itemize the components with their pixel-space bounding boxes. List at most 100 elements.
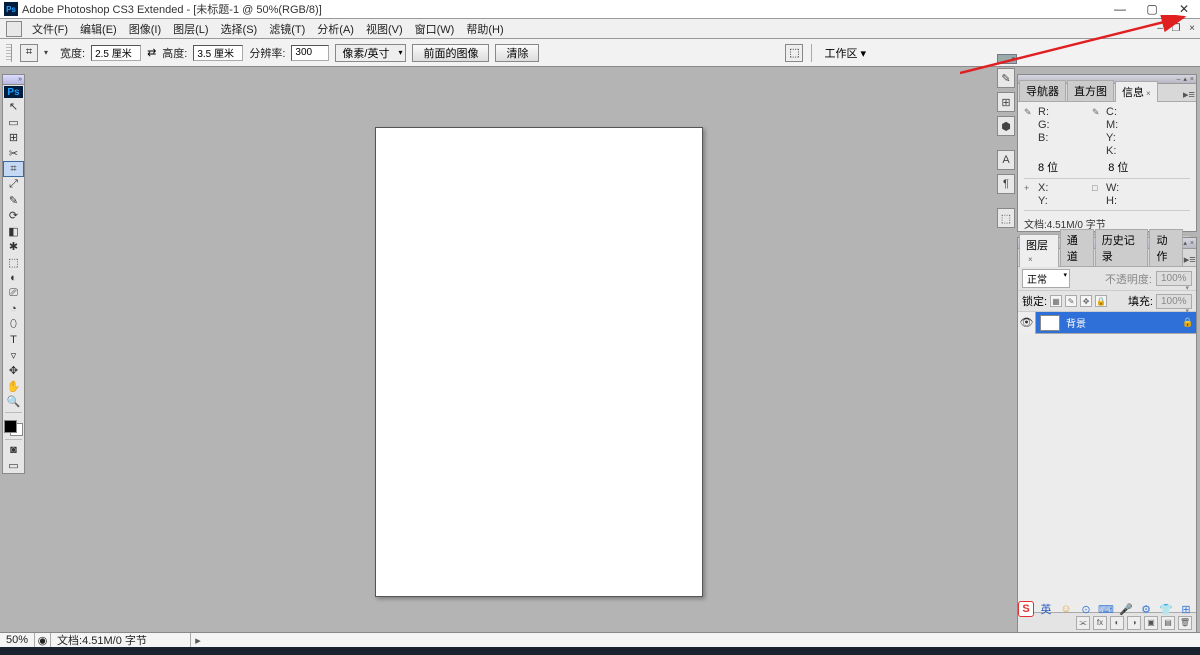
crop-tool-icon[interactable]: ⌗ — [20, 44, 38, 62]
zoom-field[interactable]: 50% — [0, 633, 35, 647]
fx-button[interactable]: fx — [1093, 616, 1107, 630]
width-input[interactable]: 2.5 厘米 — [91, 45, 141, 61]
brush-tool[interactable]: ⟳ — [3, 208, 24, 224]
tab-navigator[interactable]: 导航器 — [1019, 80, 1066, 101]
windows-taskbar[interactable] — [0, 647, 1200, 655]
screenmode-toggle[interactable]: ▭ — [3, 458, 24, 474]
height-input[interactable]: 3.5 厘米 — [193, 45, 243, 61]
ribbon-btn-3[interactable]: ⬢ — [997, 116, 1015, 136]
ime-icon-2[interactable]: ⊙ — [1078, 601, 1094, 617]
menu-layer[interactable]: 图层(L) — [167, 19, 214, 39]
ribbon-header[interactable]: « — [997, 54, 1017, 64]
tab-info[interactable]: 信息× — [1115, 81, 1158, 102]
blend-mode-select[interactable]: 正常 — [1022, 269, 1070, 288]
ime-icon-3[interactable]: ⌨ — [1098, 601, 1114, 617]
maximize-button[interactable]: ▢ — [1136, 0, 1168, 18]
zoom-tool[interactable]: 🔍 — [3, 394, 24, 410]
ps-menu-icon[interactable] — [6, 21, 22, 37]
layer-row[interactable]: 👁 背景 🔒 — [1018, 312, 1196, 334]
tab-actions[interactable]: 动作 — [1149, 229, 1183, 266]
menu-file[interactable]: 文件(F) — [26, 19, 74, 39]
status-menu-arrow[interactable]: ▸ — [191, 634, 205, 647]
close-button[interactable]: ✕ — [1168, 0, 1200, 18]
crop-tool[interactable]: ⌗ — [3, 161, 24, 177]
marquee-tool[interactable]: ▭ — [3, 115, 24, 131]
tab-histogram[interactable]: 直方图 — [1067, 80, 1114, 101]
ribbon-btn-2[interactable]: ⊞ — [997, 92, 1015, 112]
lasso-tool[interactable]: ⊞ — [3, 130, 24, 146]
document-canvas[interactable] — [375, 127, 703, 597]
menu-image[interactable]: 图像(I) — [123, 19, 167, 39]
eraser-tool[interactable]: ⬚ — [3, 254, 24, 270]
pen-tool[interactable]: ⬯ — [3, 317, 24, 333]
color-swatches[interactable] — [3, 419, 24, 438]
quickmask-icon[interactable]: ⬚ — [785, 44, 803, 62]
menu-view[interactable]: 视图(V) — [360, 19, 409, 39]
menu-filter[interactable]: 滤镜(T) — [263, 19, 311, 39]
menu-select[interactable]: 选择(S) — [215, 19, 264, 39]
menu-window[interactable]: 窗口(W) — [409, 19, 461, 39]
swap-wh-button[interactable]: ⇄ — [147, 46, 156, 59]
ribbon-btn-1[interactable]: ✎ — [997, 68, 1015, 88]
gradient-tool[interactable]: ◐ — [3, 270, 24, 286]
clear-button[interactable]: 清除 — [495, 44, 539, 62]
tool-preset-drop[interactable]: ▾ — [44, 48, 54, 57]
front-image-button[interactable]: 前面的图像 — [412, 44, 489, 62]
stamp-tool[interactable]: ◧ — [3, 223, 24, 239]
foreground-swatch[interactable] — [4, 420, 17, 433]
lock-paint-icon[interactable]: ✎ — [1065, 295, 1077, 307]
tab-channels[interactable]: 通道 — [1060, 229, 1094, 266]
layers-panel-menu[interactable]: ▸≡ — [1183, 253, 1196, 266]
ribbon-btn-6[interactable]: ⬚ — [997, 208, 1015, 228]
workspace-selector[interactable]: 工作区 ▾ — [820, 45, 870, 61]
opacity-input[interactable]: 100% — [1156, 271, 1192, 286]
history-brush-tool[interactable]: ✱ — [3, 239, 24, 255]
ribbon-btn-4[interactable]: A — [997, 150, 1015, 170]
resolution-input[interactable]: 300 — [291, 45, 329, 61]
link-layers-button[interactable]: ⫘ — [1076, 616, 1090, 630]
ime-icon-6[interactable]: 👕 — [1158, 601, 1174, 617]
ime-icon-1[interactable]: ☺ — [1058, 601, 1074, 617]
quick-select-tool[interactable]: ✂ — [3, 146, 24, 162]
eyedropper-tool[interactable]: ⤢ — [3, 177, 24, 193]
doc-minimize-button[interactable]: – — [1152, 22, 1168, 36]
healing-tool[interactable]: ✎ — [3, 192, 24, 208]
visibility-toggle[interactable]: 👁 — [1018, 312, 1036, 334]
minimize-button[interactable]: — — [1104, 0, 1136, 18]
doc-info-field[interactable]: 文档:4.51M/0 字节 — [51, 633, 191, 647]
tab-history[interactable]: 历史记录 — [1095, 229, 1149, 266]
ime-lang[interactable]: 英 — [1038, 601, 1054, 617]
ps-badge[interactable]: Ps — [4, 86, 23, 98]
lock-move-icon[interactable]: ✥ — [1080, 295, 1092, 307]
type-tool[interactable]: T — [3, 332, 24, 348]
group-button[interactable]: ▣ — [1144, 616, 1158, 630]
sogou-icon[interactable]: S — [1018, 601, 1034, 617]
ribbon-btn-5[interactable]: ¶ — [997, 174, 1015, 194]
doc-close-button[interactable]: × — [1184, 22, 1200, 36]
menu-help[interactable]: 帮助(H) — [460, 19, 509, 39]
units-select[interactable]: 像素/英寸 — [335, 44, 406, 62]
doc-restore-button[interactable]: ❐ — [1168, 22, 1184, 36]
dodge-tool[interactable]: ◔ — [3, 301, 24, 317]
layer-thumbnail[interactable] — [1040, 315, 1060, 331]
mask-button[interactable]: ◐ — [1110, 616, 1124, 630]
menu-edit[interactable]: 编辑(E) — [74, 19, 123, 39]
blur-tool[interactable]: ⎚ — [3, 286, 24, 302]
options-grip[interactable] — [6, 44, 12, 62]
tab-layers[interactable]: 图层× — [1019, 234, 1059, 267]
status-icon[interactable]: ◉ — [35, 633, 51, 647]
ime-icon-5[interactable]: ⚙ — [1138, 601, 1154, 617]
move-tool[interactable]: ↖ — [3, 99, 24, 115]
adjustment-button[interactable]: ◑ — [1127, 616, 1141, 630]
ime-icon-4[interactable]: 🎤 — [1118, 601, 1134, 617]
path-select-tool[interactable]: ▿ — [3, 348, 24, 364]
new-layer-button[interactable]: ▤ — [1161, 616, 1175, 630]
lock-all-icon[interactable]: 🔒 — [1095, 295, 1107, 307]
ime-icon-7[interactable]: ⊞ — [1178, 601, 1194, 617]
info-panel-menu[interactable]: ▸≡ — [1182, 88, 1196, 101]
quickmask-toggle[interactable]: ◙ — [3, 442, 24, 458]
fill-input[interactable]: 100% — [1156, 294, 1192, 309]
lock-trans-icon[interactable]: ▦ — [1050, 295, 1062, 307]
shape-tool[interactable]: ✥ — [3, 363, 24, 379]
tool-palette-header[interactable]: » — [3, 75, 24, 85]
